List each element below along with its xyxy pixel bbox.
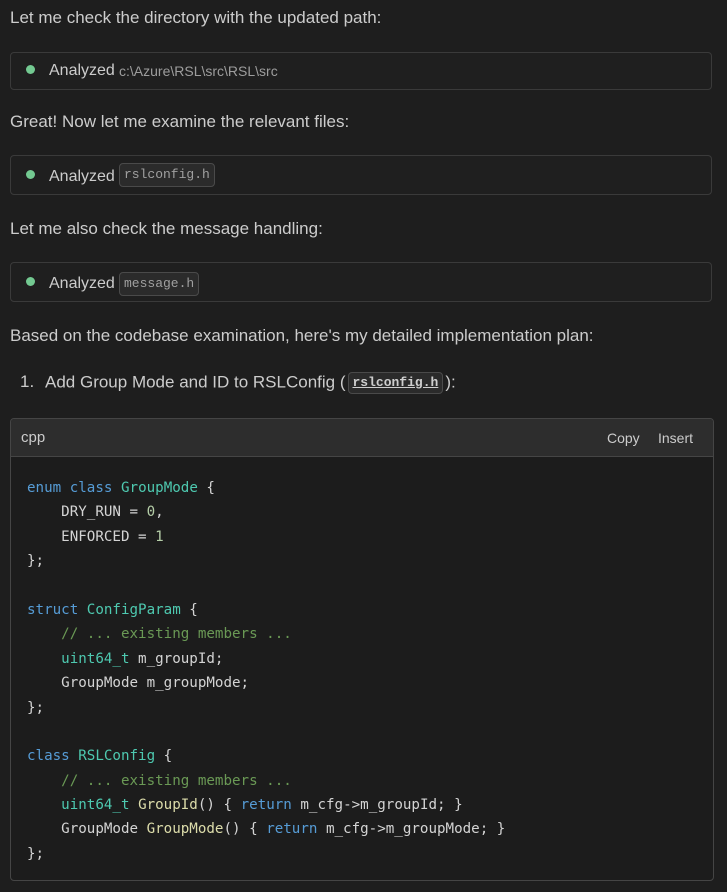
code-line: GroupMode m_groupMode; [27, 675, 250, 692]
analyzed-label: Analyzed [49, 168, 115, 185]
assistant-message-check-message: Let me also check the message handling: [10, 219, 323, 238]
assistant-message-check-directory: Let me check the directory with the upda… [10, 8, 382, 27]
code-line: struct ConfigParam { [27, 601, 198, 618]
code-line: }; [27, 699, 45, 716]
analyzed-label: Analyzed [49, 275, 115, 292]
assistant-message-examine-files: Great! Now let me examine the relevant f… [10, 112, 350, 131]
code-line: enum class GroupMode { [27, 480, 215, 496]
status-dot-icon [26, 170, 35, 179]
code-line: }; [27, 553, 45, 570]
analyzed-tool-card-rslconfig[interactable]: Analyzed rslconfig.h [10, 155, 712, 195]
code-line: GroupMode GroupMode() { return m_cfg->m_… [27, 821, 506, 838]
analyzed-tool-card-directory[interactable]: Analyzed c:\Azure\RSL\src\RSL\src [10, 52, 712, 90]
analyzed-path: c:\Azure\RSL\src\RSL\src [119, 63, 278, 79]
code-language-label: cpp [21, 429, 46, 446]
code-line: uint64_t m_groupId; [61, 650, 224, 667]
code-block-header: cpp Copy Insert [11, 419, 713, 457]
code-content[interactable]: enum class GroupMode { DRY_RUN = 0, ENFO… [27, 476, 505, 866]
analyzed-tool-card-message[interactable]: Analyzed message.h [10, 262, 712, 302]
file-chip-message[interactable]: message.h [119, 272, 200, 296]
code-line: uint64_t GroupId() { return m_cfg->m_gro… [61, 797, 463, 814]
copy-button[interactable]: Copy [607, 430, 640, 446]
code-line: // ... existing members ... [61, 626, 292, 643]
code-block: cpp Copy Insert enum class GroupMode { D… [10, 418, 714, 881]
code-line: ENFORCED = 1 [27, 528, 164, 545]
code-line: // ... existing members ... [61, 772, 292, 789]
code-line: DRY_RUN = 0, [27, 504, 164, 521]
file-link-rslconfig[interactable]: rslconfig.h [347, 372, 444, 394]
status-dot-icon [26, 65, 35, 74]
assistant-message-plan-intro: Based on the codebase examination, here'… [10, 326, 594, 345]
status-dot-icon [26, 277, 35, 286]
insert-button[interactable]: Insert [658, 430, 693, 446]
list-item-label: Add Group Mode and ID to RSLConfig ( [45, 372, 346, 392]
list-item-text: Add Group Mode and ID to RSLConfig (rslc… [45, 372, 456, 394]
analyzed-label: Analyzed [49, 62, 115, 79]
file-chip-rslconfig[interactable]: rslconfig.h [119, 163, 215, 187]
code-line: class RSLConfig { [27, 748, 173, 765]
list-item-number: 1. [20, 372, 35, 391]
list-item-suffix: ): [445, 372, 456, 392]
code-line: }; [27, 845, 45, 862]
